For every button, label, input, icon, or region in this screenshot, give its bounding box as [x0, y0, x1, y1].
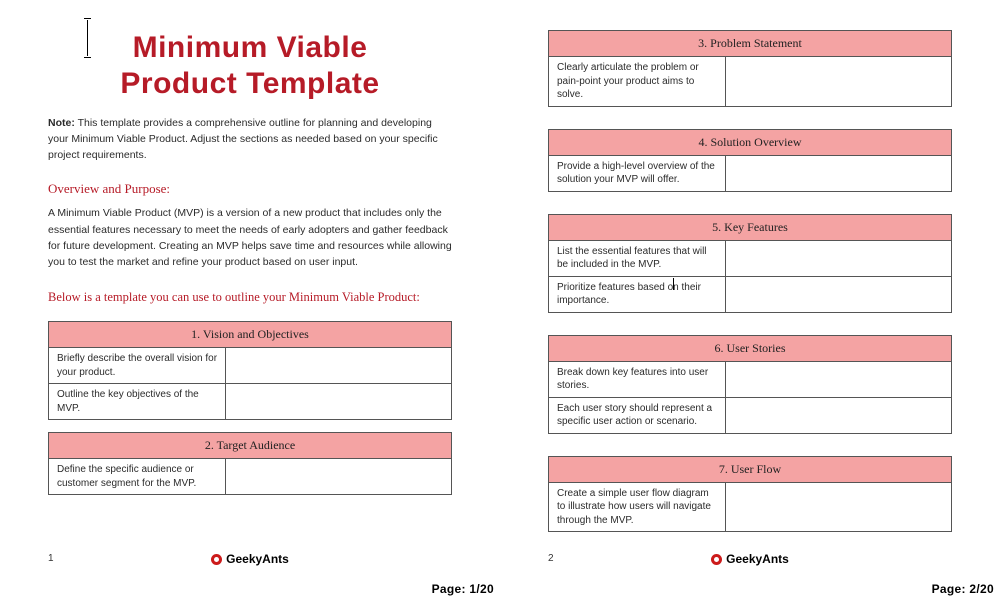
overview-heading: Overview and Purpose: — [48, 181, 452, 197]
table-row: Provide a high-level overview of the sol… — [549, 155, 952, 191]
section-vision-objectives: 1. Vision and Objectives Briefly describ… — [48, 321, 452, 420]
doc-title: Minimum Viable Product Template — [48, 30, 452, 102]
table-row: Break down key features into user storie… — [549, 361, 952, 397]
row-input[interactable] — [726, 397, 952, 433]
row-input[interactable] — [226, 459, 452, 495]
document-spread: Minimum Viable Product Template Note: Th… — [0, 0, 1000, 600]
table-row: Define the specific audience or customer… — [49, 459, 452, 495]
template-subhead: Below is a template you can use to outli… — [48, 288, 452, 307]
logo-icon — [711, 554, 722, 565]
brand-text: GeekyAnts — [726, 552, 789, 566]
table-row: Create a simple user flow diagram to ill… — [549, 482, 952, 532]
text-cursor-icon — [87, 20, 88, 56]
page-overlay-indicator: Page: 2/20 — [932, 582, 994, 596]
page-footer: GeekyAnts — [0, 552, 500, 566]
section-title: 7. User Flow — [549, 456, 952, 482]
brand-text: GeekyAnts — [226, 552, 289, 566]
table-row: Briefly describe the overall vision for … — [49, 348, 452, 384]
row-input[interactable] — [726, 276, 952, 312]
table-row: Prioritize features based on their impor… — [549, 276, 952, 312]
row-input[interactable] — [726, 155, 952, 191]
page-overlay-indicator: Page: 1/20 — [432, 582, 494, 596]
table-row: Outline the key objectives of the MVP. — [49, 384, 452, 420]
section-user-flow: 7. User Flow Create a simple user flow d… — [548, 456, 952, 533]
section-solution-overview: 4. Solution Overview Provide a high-leve… — [548, 129, 952, 192]
section-key-features: 5. Key Features List the essential featu… — [548, 214, 952, 313]
row-prompt: Each user story should represent a speci… — [549, 397, 726, 433]
section-title: 2. Target Audience — [49, 433, 452, 459]
row-input[interactable] — [726, 361, 952, 397]
page-footer: GeekyAnts — [500, 552, 1000, 566]
row-prompt: Define the specific audience or customer… — [49, 459, 226, 495]
note-label: Note: — [48, 117, 75, 129]
row-input[interactable] — [226, 384, 452, 420]
table-row: Each user story should represent a speci… — [549, 397, 952, 433]
row-prompt: Outline the key objectives of the MVP. — [49, 384, 226, 420]
row-prompt: Provide a high-level overview of the sol… — [549, 155, 726, 191]
row-prompt: Clearly articulate the problem or pain-p… — [549, 57, 726, 107]
section-title: 6. User Stories — [549, 335, 952, 361]
section-user-stories: 6. User Stories Break down key features … — [548, 335, 952, 434]
row-prompt: Briefly describe the overall vision for … — [49, 348, 226, 384]
section-title: 1. Vision and Objectives — [49, 322, 452, 348]
overview-body: A Minimum Viable Product (MVP) is a vers… — [48, 205, 452, 270]
page-1: Minimum Viable Product Template Note: Th… — [0, 0, 500, 600]
brand-logo: GeekyAnts — [211, 552, 289, 566]
note-paragraph: Note: This template provides a comprehen… — [48, 116, 452, 163]
row-input[interactable] — [226, 348, 452, 384]
brand-logo: GeekyAnts — [711, 552, 789, 566]
section-problem-statement: 3. Problem Statement Clearly articulate … — [548, 30, 952, 107]
section-title: 3. Problem Statement — [549, 31, 952, 57]
row-input[interactable] — [726, 240, 952, 276]
title-line-2: Product Template — [120, 67, 379, 100]
row-input[interactable] — [726, 57, 952, 107]
section-target-audience: 2. Target Audience Define the specific a… — [48, 432, 452, 495]
row-input[interactable] — [726, 482, 952, 532]
logo-icon — [211, 554, 222, 565]
section-title: 4. Solution Overview — [549, 129, 952, 155]
page-2: 3. Problem Statement Clearly articulate … — [500, 0, 1000, 600]
row-prompt: Break down key features into user storie… — [549, 361, 726, 397]
row-prompt: Create a simple user flow diagram to ill… — [549, 482, 726, 532]
section-title: 5. Key Features — [549, 214, 952, 240]
row-prompt: Prioritize features based on their impor… — [549, 276, 726, 312]
row-prompt: List the essential features that will be… — [549, 240, 726, 276]
title-line-1: Minimum Viable — [133, 31, 368, 64]
table-row: List the essential features that will be… — [549, 240, 952, 276]
table-row: Clearly articulate the problem or pain-p… — [549, 57, 952, 107]
note-text: This template provides a comprehensive o… — [48, 117, 438, 161]
